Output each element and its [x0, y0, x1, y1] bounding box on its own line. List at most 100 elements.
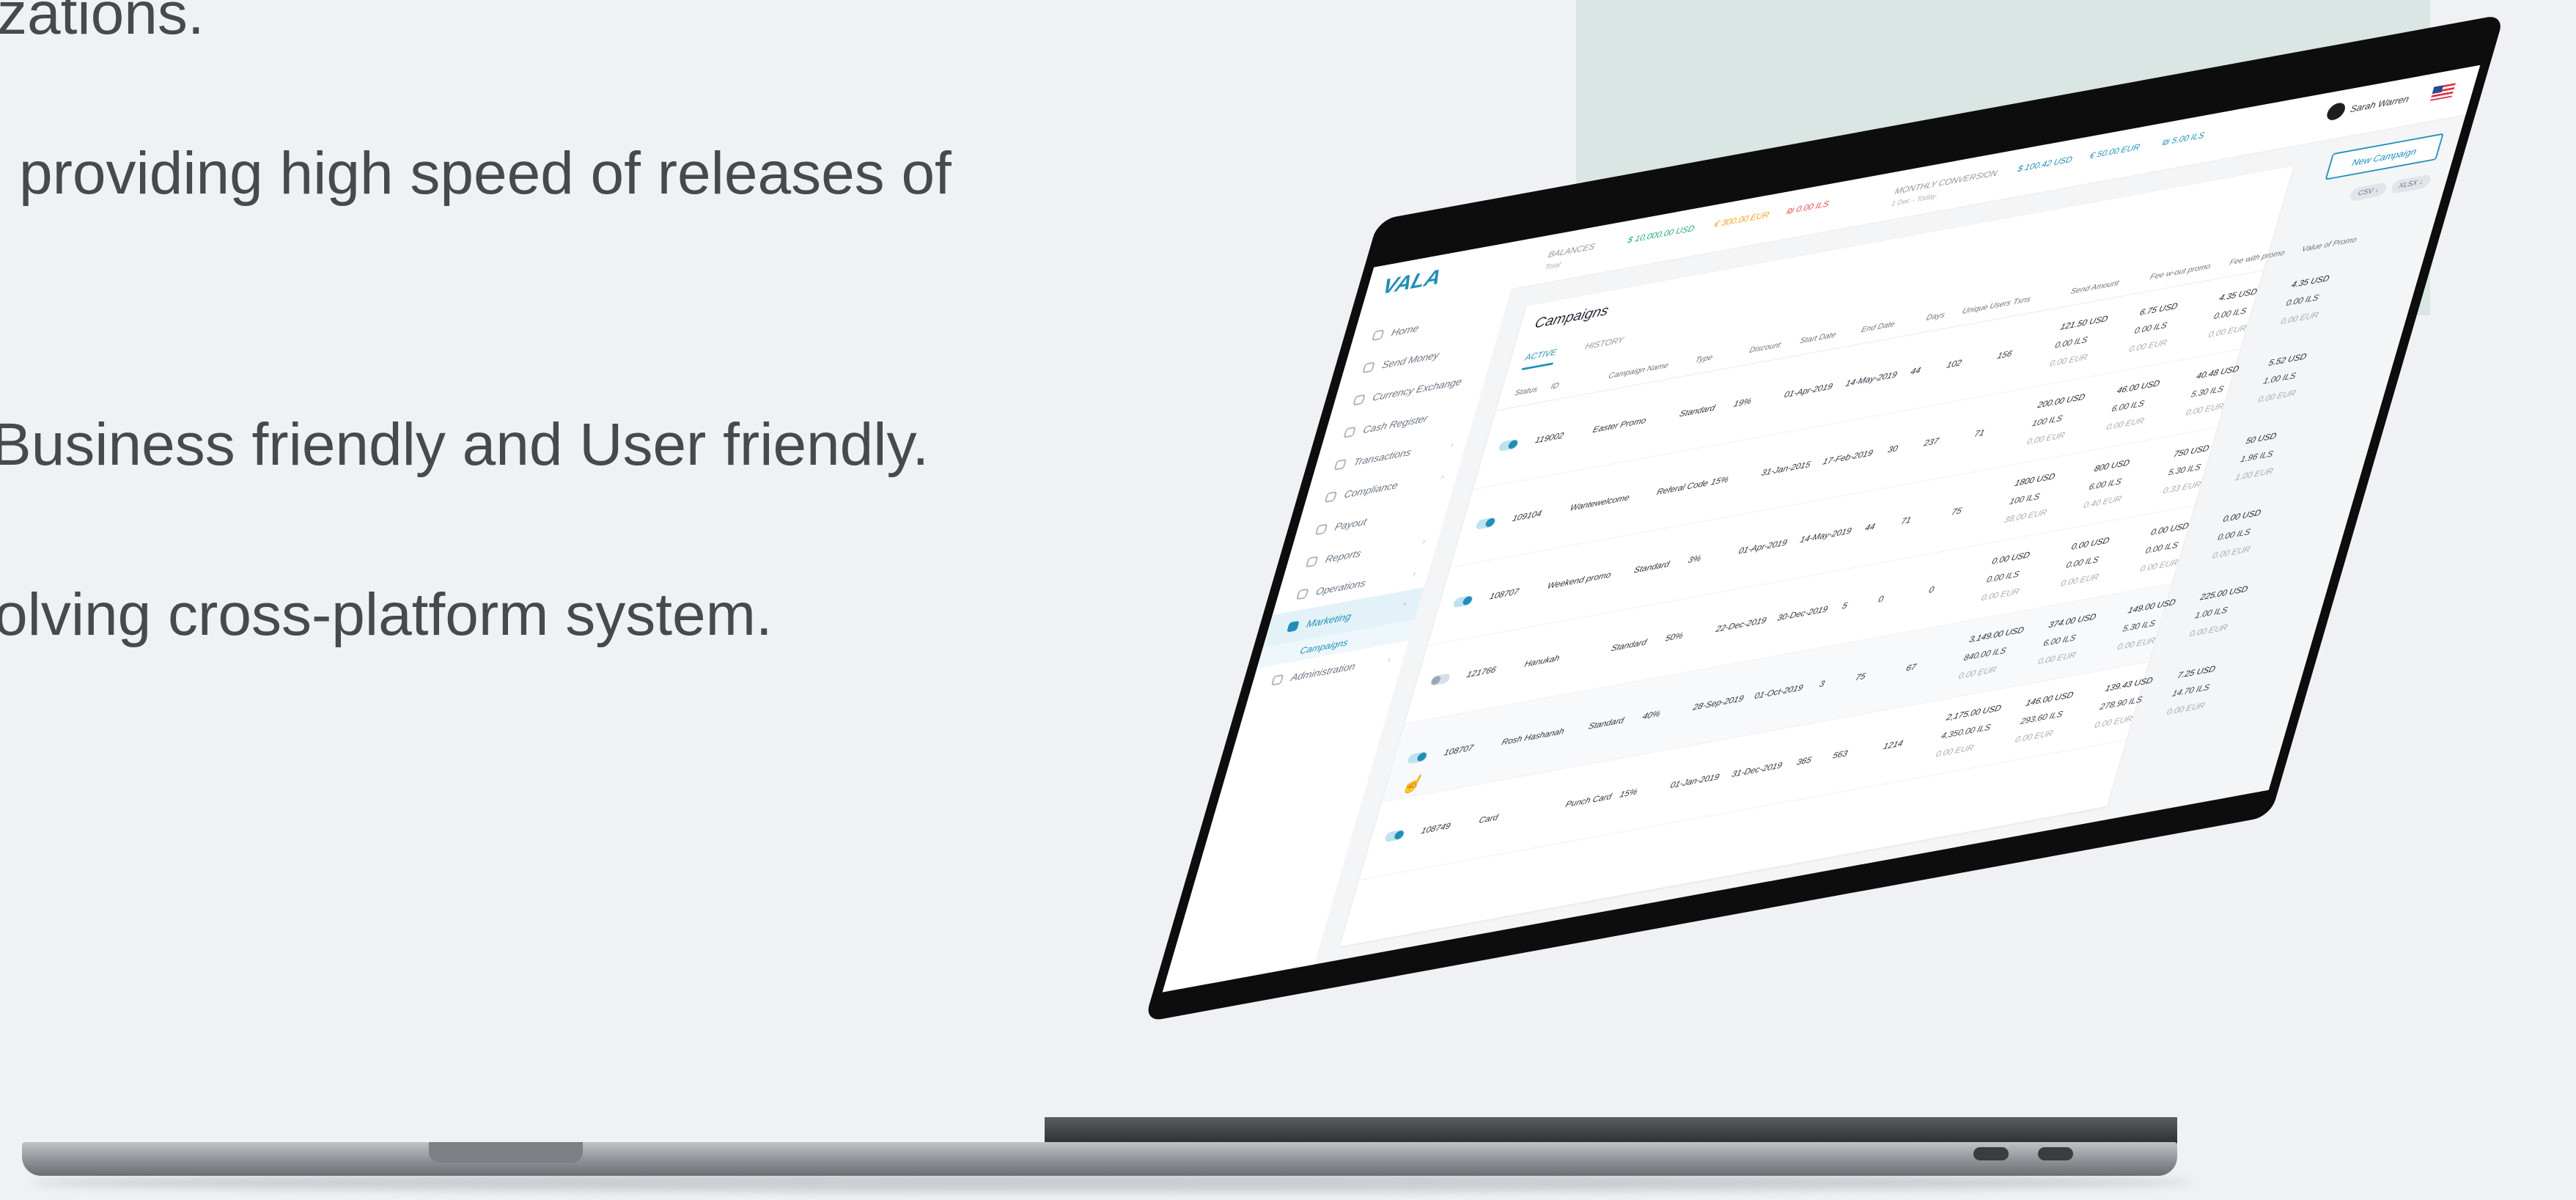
- cell-disc: 50%: [1664, 630, 1685, 644]
- bullet-text-4: olving cross-platform system.: [0, 581, 773, 648]
- status-toggle[interactable]: [1383, 829, 1406, 843]
- marketing-text: zations. providing high speed of release…: [0, 0, 1100, 733]
- cell-send-ils: 100 ILS: [2008, 491, 2042, 507]
- conversion-label: MONTHLY CONVERSION: [1894, 167, 1999, 196]
- status-toggle[interactable]: [1498, 438, 1520, 452]
- usb-port-icon: [2038, 1147, 2073, 1160]
- cell-type: Standard: [1678, 402, 1717, 419]
- column-header[interactable]: Fee with promo: [2229, 249, 2286, 267]
- cell-id: 121766: [1465, 664, 1498, 680]
- cell-value-ils: 1.96 ILS: [2239, 448, 2275, 465]
- status-toggle[interactable]: [1452, 595, 1474, 608]
- chevron-icon: ›: [1421, 536, 1427, 547]
- cell-feewith-ils: 5.30 ILS: [2167, 461, 2203, 478]
- column-header[interactable]: Value of Promo: [2300, 235, 2358, 254]
- cell-id: 108707: [1443, 743, 1475, 758]
- vala-logo: VALA: [1380, 265, 1444, 299]
- column-header[interactable]: End Date: [1861, 320, 1896, 334]
- cell-txns: 156: [1995, 348, 2014, 361]
- cell-end: 30-Dec-2019: [1775, 603, 1830, 623]
- status-toggle[interactable]: [1429, 673, 1451, 687]
- column-header[interactable]: Campaign Name: [1608, 361, 1670, 380]
- conversion-eur: € 50.00 EUR: [2089, 141, 2141, 161]
- cell-feewith-ils: 0.00 ILS: [2212, 305, 2248, 322]
- cell-name: Wantewelcome: [1569, 492, 1631, 513]
- cell-value-ils: 14.70 ILS: [2171, 682, 2211, 699]
- cell-feewith-eur: 0.33 EUR: [2161, 479, 2203, 496]
- column-header[interactable]: Unique Users: [1961, 298, 2012, 316]
- column-header[interactable]: Days: [1925, 311, 1946, 323]
- cell-value-ils: 1.00 ILS: [2262, 370, 2297, 386]
- balance-usd: $ 10,000.00 USD: [1626, 223, 1696, 246]
- bullet-text-1: zations.: [0, 0, 205, 47]
- cell-value-eur: 0.00 EUR: [2188, 622, 2229, 639]
- cell-txns: 67: [1905, 661, 1918, 674]
- chevron-icon: ›: [1440, 471, 1446, 482]
- cell-feeout-usd: 374.00 USD: [2047, 611, 2098, 630]
- cell-days: 30: [1886, 443, 1899, 455]
- campaigns-table: 119002 Easter Promo Standard 19% 01-Apr-2019…: [1359, 271, 2330, 880]
- cell-disc: 15%: [1710, 474, 1730, 487]
- laptop-notch: [429, 1142, 583, 1163]
- cell-start: 31-Jan-2015: [1760, 459, 1812, 478]
- cell-feewith-usd: 750 USD: [2172, 443, 2211, 460]
- column-header[interactable]: ID: [1550, 381, 1560, 391]
- column-header[interactable]: Discount: [1748, 341, 1782, 355]
- usb-port-icon: [1973, 1147, 2009, 1160]
- export-xlsx-button[interactable]: XLSX ↓: [2389, 174, 2432, 195]
- status-toggle[interactable]: [1475, 516, 1497, 530]
- cell-days: 44: [1863, 521, 1877, 533]
- cell-send-eur: 0.00 EUR: [2025, 430, 2067, 447]
- user-menu[interactable]: Sarah Warren: [2325, 89, 2412, 122]
- sidebar-item-label: Marketing: [1305, 610, 1353, 630]
- cell-feeout-usd: 6.75 USD: [2138, 301, 2179, 318]
- menu-item-icon: [1353, 394, 1366, 406]
- column-header[interactable]: Txns: [2012, 295, 2031, 307]
- cell-days: 365: [1795, 754, 1813, 768]
- cell-feeout-eur: 0.00 EUR: [2014, 727, 2055, 745]
- cell-value-ils: 0.00 ILS: [2284, 292, 2320, 309]
- cell-value-usd: 50 USD: [2244, 430, 2278, 446]
- cell-start: 01-Jan-2019: [1668, 771, 1721, 791]
- cell-users: 563: [1831, 748, 1850, 761]
- cell-feewith-eur: 0.00 EUR: [2138, 557, 2180, 574]
- chevron-icon: ›: [1386, 654, 1393, 665]
- cell-feewith-usd: 139.43 USD: [2104, 674, 2154, 694]
- cell-value-eur: 0.00 EUR: [2211, 544, 2252, 561]
- cell-id: 108749: [1420, 820, 1452, 836]
- cell-end: 14-May-2019: [1798, 525, 1853, 545]
- menu-item-icon: [1287, 620, 1300, 633]
- column-header[interactable]: Status: [1514, 385, 1539, 397]
- cell-feewith-eur: 0.00 EUR: [2116, 635, 2157, 652]
- cell-disc: 40%: [1641, 708, 1662, 722]
- laptop-screen: VALA Home Send Money Currency Exchange Cash…: [1144, 14, 2505, 1023]
- cell-type: Standard: [1587, 715, 1626, 732]
- cell-send-usd: 1800 USD: [2013, 471, 2057, 488]
- cell-end: 14-May-2019: [1844, 369, 1899, 389]
- cell-value-usd: 0.00 USD: [2221, 507, 2263, 524]
- cell-disc: 19%: [1732, 396, 1753, 409]
- cell-feewith-ils: 278.90 ILS: [2098, 694, 2144, 713]
- menu-item-icon: [1324, 491, 1338, 504]
- column-header[interactable]: Start Date: [1799, 331, 1837, 345]
- tab-active[interactable]: ACTIVE: [1521, 347, 1559, 371]
- hand-cursor-icon: ☝: [1399, 773, 1424, 795]
- column-header[interactable]: Send Amount: [2069, 279, 2120, 295]
- status-toggle[interactable]: [1406, 751, 1429, 765]
- cell-days: 5: [1841, 600, 1849, 611]
- chevron-icon: ›: [1449, 438, 1455, 450]
- tab-history[interactable]: HISTORY: [1582, 335, 1625, 359]
- cell-id: 108707: [1488, 586, 1520, 602]
- us-flag-icon[interactable]: [2429, 83, 2457, 101]
- cell-send-ils: 0.00 ILS: [1985, 569, 2021, 585]
- chevron-icon: ›: [1411, 568, 1418, 579]
- cell-value-eur: 0.00 EUR: [2256, 387, 2297, 405]
- column-header[interactable]: Fee w-out promo: [2149, 262, 2212, 281]
- new-campaign-button[interactable]: New Campaign: [2325, 133, 2444, 180]
- export-csv-button[interactable]: CSV ↓: [2349, 182, 2388, 202]
- column-header[interactable]: Type: [1694, 353, 1714, 365]
- bullet-text-3: Business friendly and User friendly.: [0, 411, 930, 478]
- cell-send-usd: 0.00 USD: [1990, 549, 2031, 567]
- cell-end: 01-Oct-2019: [1753, 682, 1805, 702]
- cell-name: Rosh Hashanah: [1500, 726, 1566, 748]
